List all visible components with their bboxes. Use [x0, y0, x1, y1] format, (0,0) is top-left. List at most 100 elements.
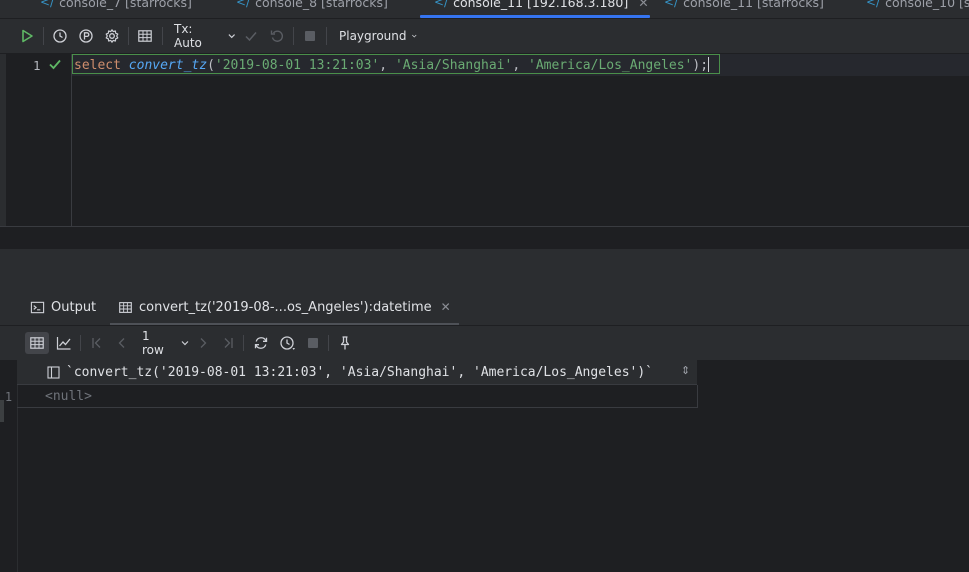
chart-view-button[interactable]	[52, 332, 76, 354]
explain-plan-button[interactable]	[75, 26, 97, 46]
sql-editor[interactable]: 1 select convert_tz('2019-08-01 13:21:03…	[0, 54, 969, 226]
editor-horizontal-scroll[interactable]	[0, 226, 969, 249]
results-table-button[interactable]	[134, 26, 156, 46]
chevron-left-icon	[118, 338, 125, 348]
chevron-down-icon	[228, 34, 235, 39]
chevron-down-icon	[181, 341, 189, 346]
settings-button[interactable]	[101, 26, 123, 46]
run-button[interactable]	[16, 26, 38, 46]
cancel-query-button[interactable]	[302, 332, 324, 354]
sql-comma: ,	[379, 58, 395, 73]
cell-value[interactable]: <null>	[45, 389, 92, 404]
tx-mode-dropdown[interactable]: Tx: Auto	[168, 22, 236, 50]
toolbar-separator	[162, 27, 163, 45]
toolbar-separator	[43, 27, 44, 45]
last-page-icon	[224, 338, 233, 348]
result-grid[interactable]: `convert_tz('2019-08-01 13:21:03', 'Asia…	[0, 360, 969, 572]
table-view-button[interactable]	[25, 332, 49, 354]
plan-icon	[79, 29, 93, 43]
close-icon[interactable]: ✕	[638, 0, 648, 10]
tab-console-7[interactable]: </ console_7 [starrocks]	[40, 0, 192, 11]
toolbar-separator	[328, 335, 329, 351]
table-row[interactable]: 1 <null>	[5, 385, 698, 408]
checkmark-icon	[245, 32, 257, 42]
page-size-dropdown[interactable]: 1 row	[138, 329, 190, 357]
history-button[interactable]	[49, 26, 71, 46]
prev-page-button[interactable]	[111, 332, 133, 354]
editor-toolbar: Tx: Auto Playground	[0, 19, 969, 54]
console-icon: </	[434, 0, 449, 9]
rollback-button[interactable]	[266, 26, 288, 46]
sql-string: 'Asia/Shanghai'	[394, 58, 513, 73]
first-page-button[interactable]	[86, 332, 108, 354]
toolbar-separator	[243, 335, 244, 351]
schema-label: Playground	[339, 29, 407, 43]
reload-button[interactable]	[249, 332, 273, 354]
tab-label: console_11 [starrocks]	[683, 0, 824, 10]
pin-icon	[340, 336, 350, 350]
tab-console-8[interactable]: </ console_8 [starrocks]	[236, 0, 388, 11]
tab-console-10[interactable]: </ console_10 [starrocks]	[866, 0, 969, 11]
auto-refresh-button[interactable]	[276, 332, 300, 354]
line-chart-icon	[56, 337, 71, 350]
sql-paren: (	[207, 58, 215, 73]
undo-icon	[270, 30, 284, 42]
stop-button[interactable]	[299, 26, 321, 46]
column-header[interactable]: `convert_tz('2019-08-01 13:21:03', 'Asia…	[17, 360, 697, 385]
services-tab-bar: Output convert_tz('2019-08-...os_Angeles…	[0, 289, 969, 326]
sql-semicolon: ;	[700, 58, 709, 73]
tab-label: console_10 [starrocks]	[885, 0, 969, 10]
chevron-down-icon	[412, 34, 417, 38]
sql-statement[interactable]: select convert_tz('2019-08-01 13:21:03',…	[74, 57, 710, 73]
tab-label: console_8 [starrocks]	[255, 0, 388, 10]
commit-button[interactable]	[240, 26, 262, 46]
schema-dropdown[interactable]: Playground	[332, 26, 418, 46]
tab-label: console_7 [starrocks]	[59, 0, 192, 10]
sql-comma: ,	[512, 58, 528, 73]
terminal-icon	[30, 301, 45, 313]
chevron-right-icon	[200, 338, 207, 348]
console-icon: </	[866, 0, 881, 9]
table-icon	[30, 337, 44, 349]
panel-splitter[interactable]	[0, 249, 969, 289]
last-page-button[interactable]	[217, 332, 239, 354]
tab-console-11-active[interactable]: </ console_11 [192.168.3.180] ✕	[434, 0, 649, 11]
next-page-button[interactable]	[192, 332, 214, 354]
tab-result[interactable]: convert_tz('2019-08-...os_Angeles'):date…	[110, 289, 459, 325]
play-icon	[22, 29, 33, 43]
success-check-icon	[49, 59, 61, 70]
stop-icon	[308, 338, 318, 348]
tab-label: console_11 [192.168.3.180]	[453, 0, 629, 10]
column-icon	[47, 366, 60, 379]
pin-tab-button[interactable]	[334, 332, 356, 354]
tab-label: convert_tz('2019-08-...os_Angeles'):date…	[139, 299, 432, 315]
toolbar-separator	[80, 335, 81, 351]
tab-output[interactable]: Output	[22, 289, 104, 325]
tx-mode-label: Tx: Auto	[174, 22, 202, 50]
first-page-icon	[92, 338, 101, 348]
toolbar-separator	[326, 27, 327, 45]
current-line[interactable]: select convert_tz('2019-08-01 13:21:03',…	[72, 54, 969, 76]
sql-function: convert_tz	[128, 58, 208, 73]
tab-label: Output	[51, 299, 97, 315]
toolbar-separator	[128, 27, 129, 45]
results-toolbar: 1 row	[0, 326, 969, 360]
sql-string: '2019-08-01 13:21:03'	[214, 58, 380, 73]
line-number: 1	[33, 58, 41, 73]
clock-icon	[280, 336, 295, 350]
tab-console-11-starrocks[interactable]: </ console_11 [starrocks]	[664, 0, 824, 11]
gear-icon	[105, 29, 119, 43]
console-icon: </	[664, 0, 679, 9]
column-header-label: `convert_tz('2019-08-01 13:21:03', 'Asia…	[66, 365, 653, 380]
sql-keyword: select	[74, 58, 121, 73]
row-number: 1	[4, 390, 13, 404]
close-icon[interactable]: ✕	[441, 300, 451, 314]
refresh-icon	[254, 337, 268, 349]
console-icon: </	[236, 0, 251, 9]
sql-string: 'America/Los_Angeles'	[528, 58, 693, 73]
row-count-label: 1 row	[142, 329, 164, 357]
sort-icon[interactable]: ⇕	[681, 364, 690, 377]
editor-tab-strip: </ console_7 [starrocks] </ console_8 [s…	[0, 0, 969, 19]
active-tab-indicator	[420, 15, 650, 18]
clock-icon	[53, 29, 67, 43]
